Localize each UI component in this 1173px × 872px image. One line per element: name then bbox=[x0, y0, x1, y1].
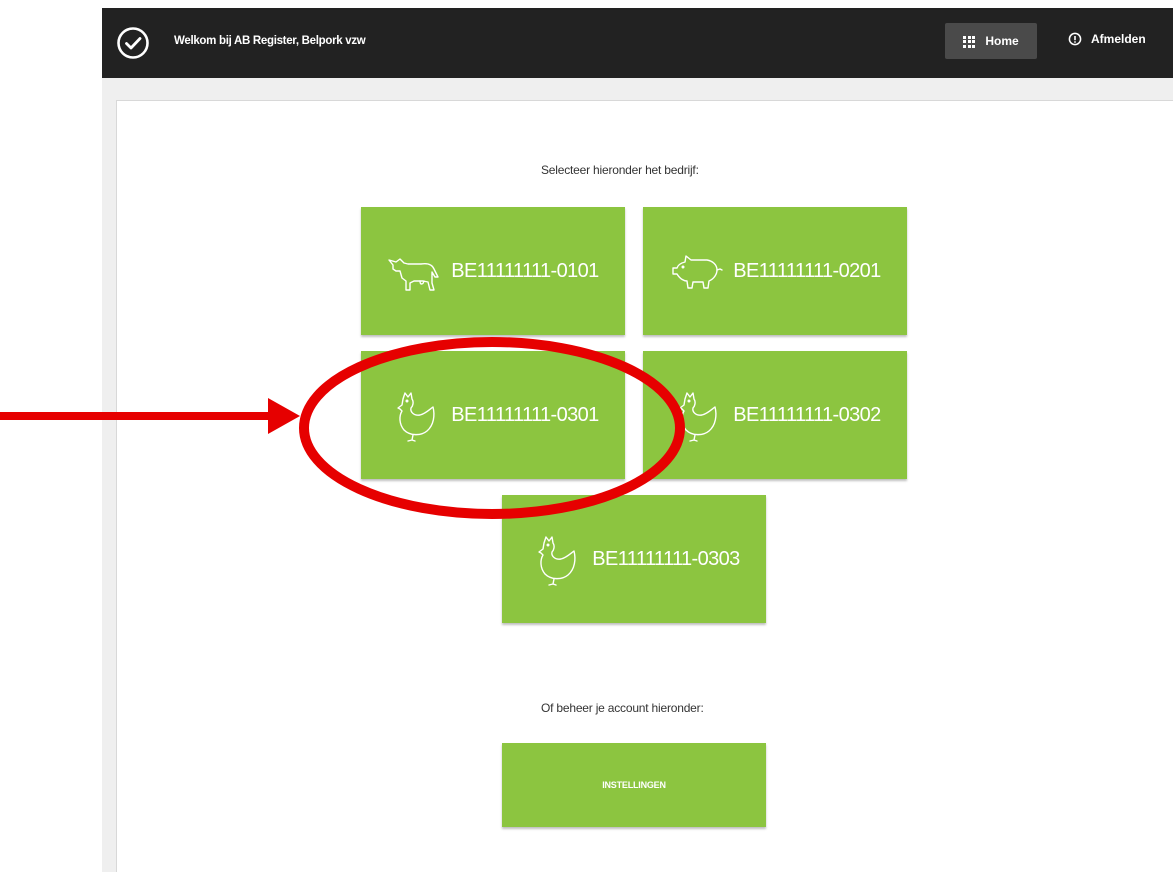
company-id: BE11111111-0301 bbox=[451, 403, 599, 426]
home-button-label: Home bbox=[985, 34, 1019, 48]
account-prompt: Of beheer je account hieronder: bbox=[541, 701, 704, 715]
cow-icon bbox=[388, 258, 439, 291]
chicken-icon bbox=[397, 392, 435, 442]
home-button[interactable]: Home bbox=[945, 23, 1037, 59]
company-tile[interactable]: BE11111111-0303 bbox=[502, 495, 766, 623]
top-navbar: Welkom bij AB Register, Belpork vzw Home… bbox=[102, 8, 1173, 78]
welcome-text: Welkom bij AB Register, Belpork vzw bbox=[174, 35, 366, 47]
logout-button-label: Afmelden bbox=[1091, 32, 1146, 46]
logout-button[interactable]: Afmelden bbox=[1068, 32, 1146, 46]
app-window: Welkom bij AB Register, Belpork vzw Home… bbox=[102, 8, 1173, 872]
company-tile[interactable]: BE11111111-0101 bbox=[361, 207, 625, 335]
chicken-icon bbox=[679, 392, 717, 442]
select-company-prompt: Selecteer hieronder het bedrijf: bbox=[541, 163, 699, 177]
pig-icon bbox=[672, 255, 723, 289]
company-tile[interactable]: BE11111111-0201 bbox=[643, 207, 907, 335]
company-id: BE11111111-0101 bbox=[451, 259, 599, 282]
settings-button[interactable]: INSTELLINGEN bbox=[502, 743, 766, 827]
company-id: BE11111111-0201 bbox=[733, 259, 881, 282]
company-id: BE11111111-0303 bbox=[592, 547, 740, 570]
page: Welkom bij AB Register, Belpork vzw Home… bbox=[0, 0, 1173, 872]
chicken-icon bbox=[538, 536, 576, 586]
company-tile[interactable]: BE11111111-0301 bbox=[361, 351, 625, 479]
company-tile[interactable]: BE11111111-0302 bbox=[643, 351, 907, 479]
company-id: BE11111111-0302 bbox=[733, 403, 881, 426]
grid-icon bbox=[963, 35, 976, 48]
power-icon bbox=[1068, 32, 1082, 46]
check-circle-icon bbox=[117, 27, 149, 59]
settings-button-label: INSTELLINGEN bbox=[602, 780, 666, 790]
content-panel: Selecteer hieronder het bedrijf: BE11111… bbox=[116, 100, 1173, 872]
